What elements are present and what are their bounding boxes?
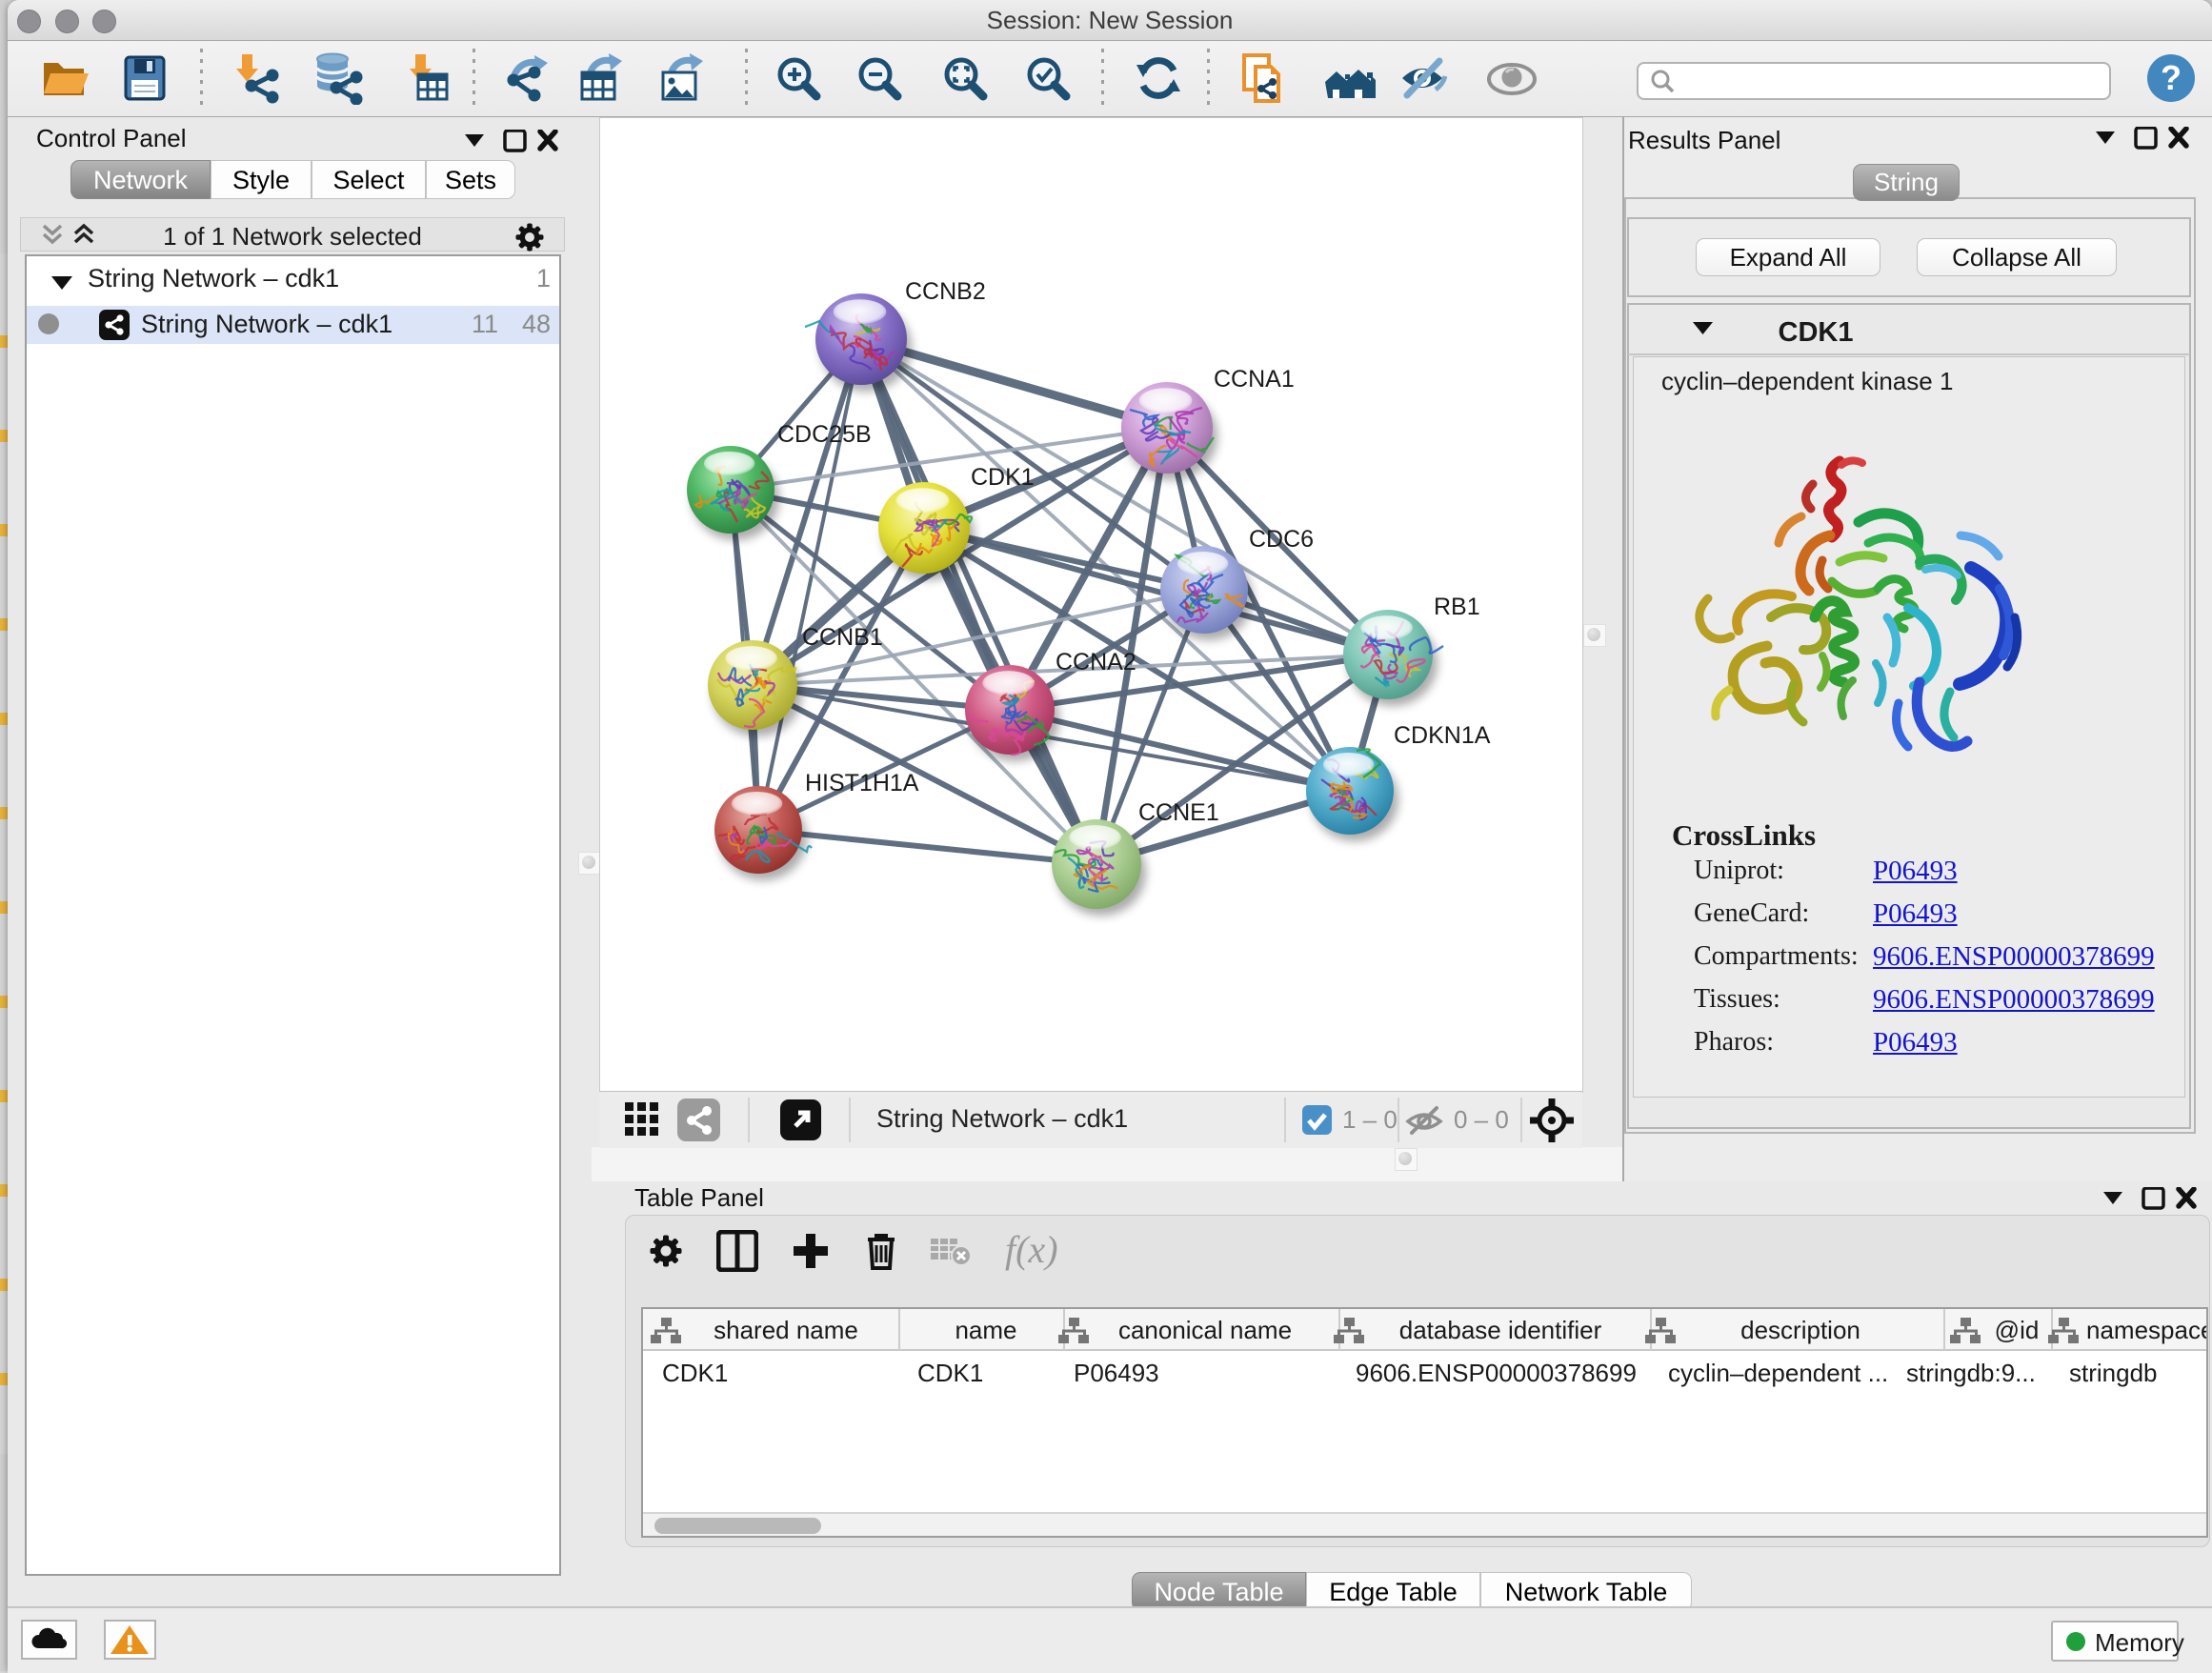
svg-text:CDC6: CDC6 <box>1249 526 1314 553</box>
svg-text:?: ? <box>2161 58 2182 97</box>
svg-text:CCNE1: CCNE1 <box>1138 799 1219 826</box>
svg-text:CCNB1: CCNB1 <box>802 624 883 651</box>
svg-text:CDC25B: CDC25B <box>777 421 872 448</box>
svg-text:HIST1H1A: HIST1H1A <box>805 770 919 796</box>
svg-text:CDK1: CDK1 <box>971 464 1035 491</box>
svg-text:CCNA1: CCNA1 <box>1214 366 1295 393</box>
svg-text:RB1: RB1 <box>1434 594 1480 620</box>
svg-text:CCNB2: CCNB2 <box>905 278 986 305</box>
svg-text:CDKN1A: CDKN1A <box>1394 722 1491 749</box>
svg-text:CCNA2: CCNA2 <box>1056 649 1136 675</box>
